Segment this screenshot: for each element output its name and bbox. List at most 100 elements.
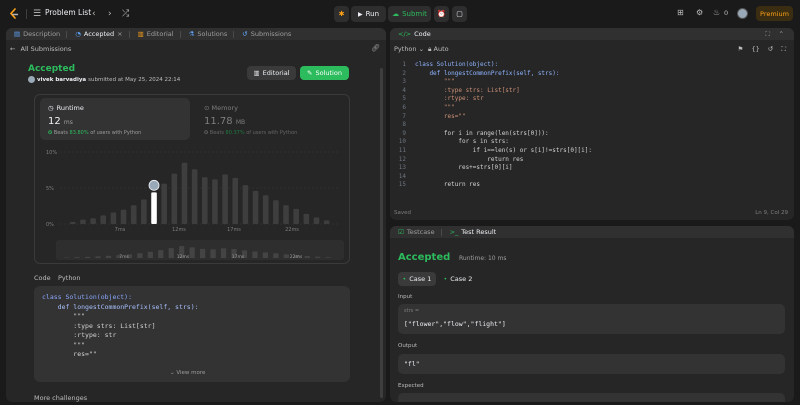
left-tab-bar: ▤ Description ◔ Accepted × ▥ Editorial ⚗… xyxy=(6,28,386,40)
arrow-left-icon: ← xyxy=(10,45,16,53)
avatar xyxy=(28,76,35,83)
result-tab-bar: ☑ Testcase >_ Test Result xyxy=(390,226,794,238)
layout-grid-icon[interactable]: ⊞ xyxy=(677,8,684,17)
code-line: class Solution(object): xyxy=(42,293,133,301)
chart-bar xyxy=(232,177,239,224)
line-number: 11 xyxy=(398,147,406,154)
chart-bar xyxy=(303,213,310,224)
line-number: 4 xyxy=(402,86,406,94)
editor-line: 13 res+=strs[0][i] xyxy=(390,164,794,173)
expected-box[interactable] xyxy=(398,393,785,402)
chart-bar xyxy=(171,173,178,224)
line-source: def longestCommonPrefix(self, strs): xyxy=(415,69,560,77)
code-line: :type strs: List[str] xyxy=(42,321,156,330)
problem-list-link[interactable]: Problem List xyxy=(45,8,91,17)
tab-testcase[interactable]: ☑ Testcase xyxy=(398,228,435,236)
line-source: """ xyxy=(415,104,455,111)
scrollbar[interactable] xyxy=(380,68,383,398)
top-bar: ☰ Problem List ‹ › ⤮ ✱ ▶ Run ☁ Submit ⏰ … xyxy=(0,0,800,28)
fullscreen-icon[interactable]: ⛶ xyxy=(781,45,786,53)
result-status: Accepted xyxy=(398,252,451,263)
case-1-tab[interactable]: • Case 1 xyxy=(398,272,436,286)
chevron-up-icon[interactable]: ⌃ xyxy=(779,30,784,38)
flask-icon: ⚗ xyxy=(188,30,195,38)
clock-icon: ◷ xyxy=(48,104,54,112)
close-icon[interactable]: × xyxy=(117,30,122,38)
auto-mode[interactable]: 🔒︎ Auto xyxy=(428,45,449,54)
code-tab-bar: </> Code ⛶ ⌃ xyxy=(390,28,794,40)
alarm-icon: ⏰ xyxy=(437,10,446,18)
debug-button[interactable]: ✱ xyxy=(334,6,349,22)
check-badge-icon: ✪ xyxy=(48,130,53,136)
notes-button[interactable]: ▢ xyxy=(452,6,467,22)
editor-line: 11 if i==len(s) or s[i]!=strs[0][i]: xyxy=(390,147,794,156)
username[interactable]: vivek barvadiya xyxy=(37,77,86,83)
list-icon[interactable]: ☰ xyxy=(33,8,41,20)
tab-description[interactable]: ▤ Description xyxy=(14,30,60,38)
tab-solutions[interactable]: ⚗ Solutions xyxy=(189,30,228,38)
runtime-distribution-chart[interactable]: 10% 5% 0% 7ms 12ms 17ms 22ms 7ms 12ms 17ms 22ms xyxy=(34,148,350,264)
user-avatar[interactable] xyxy=(737,8,748,19)
settings-gear-icon[interactable]: ⚙ xyxy=(696,8,703,17)
chart-bar xyxy=(90,218,96,224)
output-label: Output xyxy=(398,343,418,349)
check-icon: • xyxy=(443,275,448,283)
output-box[interactable]: "fl" xyxy=(398,354,785,374)
overview-bar xyxy=(325,257,331,258)
cloud-upload-icon: ☁ xyxy=(392,10,400,18)
overview-tick-label: 17ms xyxy=(232,254,245,260)
chevron-left-icon[interactable]: ‹ xyxy=(92,8,96,20)
tab-code[interactable]: </> Code xyxy=(398,30,431,38)
line-number: 9 xyxy=(402,129,406,137)
runtime-card[interactable]: ◷ Runtime 12 ms ✪ Beats 83.80% of users … xyxy=(40,98,190,140)
run-button[interactable]: ▶ Run xyxy=(351,6,386,22)
bookmark-icon[interactable]: ⚑ xyxy=(738,45,744,53)
share-link-icon[interactable]: 🔗︎ xyxy=(371,44,380,52)
back-to-submissions[interactable]: ← All Submissions xyxy=(10,45,71,53)
tab-accepted[interactable]: ◔ Accepted × xyxy=(75,30,122,38)
shuffle-icon[interactable]: ⤮ xyxy=(122,8,129,20)
runtime-beats: ✪ Beats 83.80% of users with Python xyxy=(48,130,142,136)
case-2-tab[interactable]: • Case 2 xyxy=(440,272,476,286)
input-value: ["flower","flow","flight"] xyxy=(404,320,506,328)
chart-bar xyxy=(191,169,198,224)
code-line: def longestCommonPrefix(self, strs): xyxy=(42,302,199,311)
code-brackets-icon: </> xyxy=(398,30,412,38)
tab-test-result[interactable]: >_ Test Result xyxy=(450,228,497,236)
streak-fire-icon[interactable]: ♨ xyxy=(713,8,720,17)
user-position-avatar xyxy=(148,179,160,191)
timer-button[interactable]: ⏰ xyxy=(434,6,449,22)
editor-toolbar: ⚑ {} ↺ ⛶ xyxy=(738,45,786,54)
premium-button[interactable]: Premium xyxy=(756,6,793,21)
submitted-code[interactable]: class Solution(object): def longestCommo… xyxy=(34,286,350,382)
solution-button[interactable]: ✎ Solution xyxy=(300,66,349,80)
chart-bar xyxy=(100,215,107,224)
chip-icon: ⊙ xyxy=(204,104,210,112)
editor-line: 12 return res xyxy=(390,156,794,165)
memory-card[interactable]: ⊙ Memory 11.78 MB ✪ Beats 80.37% of user… xyxy=(198,98,348,140)
submit-button[interactable]: ☁ Submit xyxy=(388,6,431,22)
line-number: 6 xyxy=(402,104,406,111)
chart-bar xyxy=(70,221,76,224)
line-number: 13 xyxy=(398,164,406,172)
view-more-button[interactable]: ⌄ View more xyxy=(170,370,205,376)
chart-bar xyxy=(181,162,188,224)
overview-tick-label: 22ms xyxy=(290,254,303,260)
chart-bar xyxy=(252,190,259,224)
chart-bar xyxy=(212,179,218,224)
maximize-icon[interactable]: ⛶ xyxy=(765,30,770,39)
input-box[interactable]: strs = ["flower","flow","flight"] xyxy=(398,304,785,334)
y-tick-label: 0% xyxy=(46,222,54,228)
reset-icon[interactable]: ↺ xyxy=(768,45,773,53)
code-line: """ xyxy=(42,312,86,320)
leetcode-logo-icon[interactable] xyxy=(8,8,20,20)
tab-editorial[interactable]: ▥ Editorial xyxy=(138,30,174,38)
line-number: 5 xyxy=(402,95,406,103)
test-result-panel: ☑ Testcase >_ Test Result Accepted Runti… xyxy=(390,226,794,402)
chevron-right-icon[interactable]: › xyxy=(108,8,112,20)
editorial-button[interactable]: ▥ Editorial xyxy=(247,66,296,80)
language-select[interactable]: Python ⌄ xyxy=(394,45,424,53)
tab-submissions[interactable]: ↺ Submissions xyxy=(242,30,291,38)
play-icon: ▶ xyxy=(357,10,363,18)
format-braces-icon[interactable]: {} xyxy=(752,45,760,53)
